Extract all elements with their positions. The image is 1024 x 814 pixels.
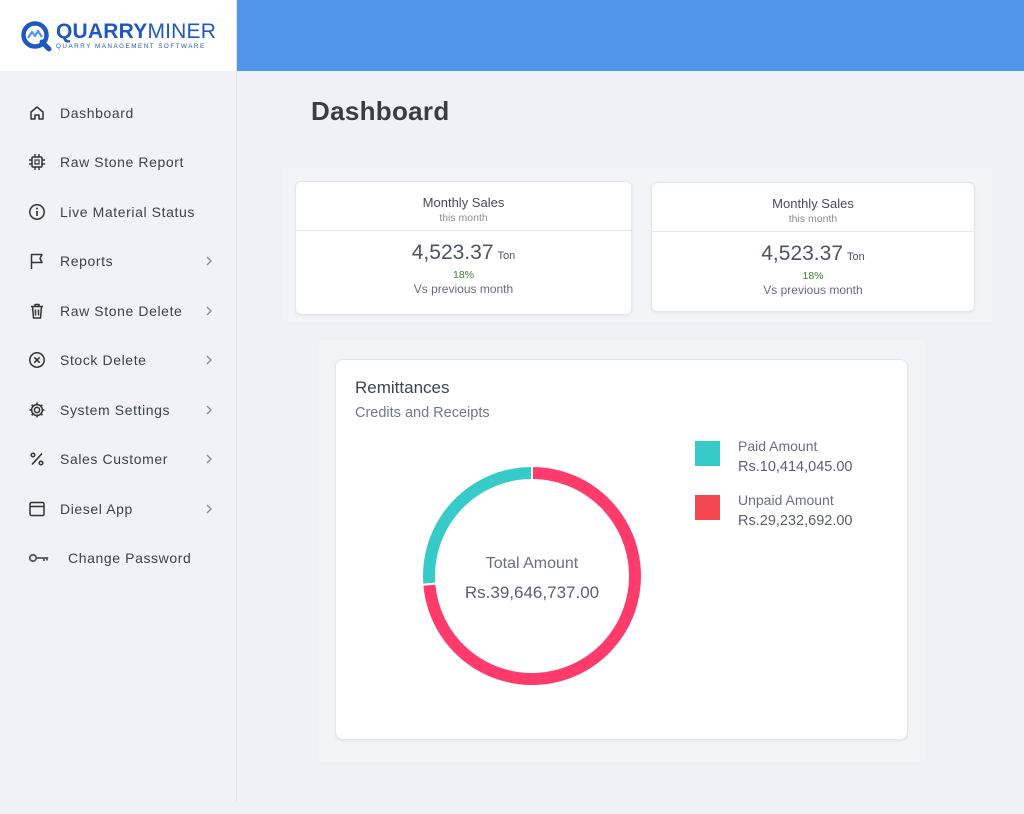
stat-card-monthly-sales-2: Monthly Sales this month 4,523.37 Ton 18%… (651, 182, 975, 312)
sidebar-nav: Dashboard Raw Stone Report Live Material… (0, 71, 236, 583)
sidebar-item-system-settings[interactable]: System Settings (0, 385, 236, 435)
page-title: Dashboard (311, 96, 450, 126)
sidebar-item-label: Raw Stone Report (60, 154, 184, 171)
sidebar-item-label: Reports (60, 253, 114, 270)
sidebar-item-label: Live Material Status (60, 203, 195, 220)
chevron-right-icon (204, 306, 214, 316)
chip-icon (28, 153, 46, 171)
sidebar-item-sales-customer[interactable]: Sales Customer (0, 435, 236, 485)
remittances-title: Remittances (355, 378, 450, 397)
stat-value: 4,523.37 (761, 242, 843, 265)
logo[interactable]: QUARRYMINER QUARRY MANAGEMENT SOFTWARE (0, 0, 236, 71)
chevron-right-icon (204, 504, 214, 514)
flag-icon (28, 252, 46, 270)
donut-center-label: Total Amount (486, 555, 579, 572)
logo-icon (20, 20, 52, 52)
sidebar-item-raw-stone-report[interactable]: Raw Stone Report (0, 138, 236, 188)
legend-swatch (695, 495, 720, 520)
gear-icon (28, 401, 46, 419)
sidebar-item-label: Dashboard (60, 104, 134, 121)
sidebar-item-label: Change Password (68, 550, 192, 567)
sidebar-item-label: Raw Stone Delete (60, 302, 183, 319)
top-bar (237, 0, 1024, 71)
remittances-card: Remittances Credits and Receipts Total A… (335, 359, 908, 740)
chevron-right-icon (204, 405, 214, 415)
key-icon (28, 549, 50, 567)
brand-name: QUARRYMINER (56, 19, 217, 43)
sidebar-item-change-password[interactable]: Change Password (0, 534, 236, 584)
chevron-right-icon (204, 355, 214, 365)
sidebar-item-dashboard[interactable]: Dashboard (0, 88, 236, 138)
stat-card-monthly-sales: Monthly Sales this month 4,523.37 Ton 18%… (295, 181, 632, 315)
legend-label: Unpaid Amount (738, 492, 834, 508)
x-circle-icon (28, 351, 46, 369)
stat-comparison: Vs previous month (413, 282, 514, 296)
stat-unit: Ton (847, 251, 865, 263)
stat-value: 4,523.37 (411, 241, 494, 264)
home-icon (28, 104, 46, 122)
stat-change: 18% (452, 269, 474, 281)
sidebar-item-live-material-status[interactable]: Live Material Status (0, 187, 236, 237)
brand-tagline: QUARRY MANAGEMENT SOFTWARE (56, 42, 206, 50)
chevron-right-icon (204, 454, 214, 464)
donut-center-value: Rs.39,646,737.00 (465, 583, 599, 602)
legend-value: Rs.10,414,045.00 (738, 459, 853, 475)
chevron-right-icon (204, 256, 214, 266)
sidebar-item-diesel-app[interactable]: Diesel App (0, 484, 236, 534)
stat-subtitle: this month (439, 212, 488, 224)
legend-value: Rs.29,232,692.00 (738, 513, 853, 529)
stat-unit: Ton (497, 250, 516, 262)
window-icon (28, 500, 46, 518)
percent-icon (28, 450, 46, 468)
sidebar-item-reports[interactable]: Reports (0, 237, 236, 287)
sidebar-item-stock-delete[interactable]: Stock Delete (0, 336, 236, 386)
trash-icon (28, 302, 46, 320)
sidebar: QUARRYMINER QUARRY MANAGEMENT SOFTWARE D… (0, 0, 237, 802)
stat-change: 18% (802, 270, 824, 282)
stat-comparison: Vs previous month (763, 283, 863, 297)
stat-title: Monthly Sales (772, 196, 854, 211)
sidebar-item-label: Stock Delete (60, 352, 147, 369)
sidebar-item-raw-stone-delete[interactable]: Raw Stone Delete (0, 286, 236, 336)
sidebar-item-label: System Settings (60, 401, 171, 418)
info-icon (28, 203, 46, 221)
stat-title: Monthly Sales (422, 195, 505, 210)
legend-label: Paid Amount (738, 438, 818, 454)
legend-swatch (695, 441, 720, 466)
sidebar-item-label: Sales Customer (60, 451, 168, 468)
sidebar-item-label: Diesel App (60, 500, 133, 517)
remittances-donut-chart: Total Amount Rs.39,646,737.00 (421, 464, 643, 687)
stat-subtitle: this month (788, 213, 838, 225)
remittances-subtitle: Credits and Receipts (355, 405, 490, 421)
